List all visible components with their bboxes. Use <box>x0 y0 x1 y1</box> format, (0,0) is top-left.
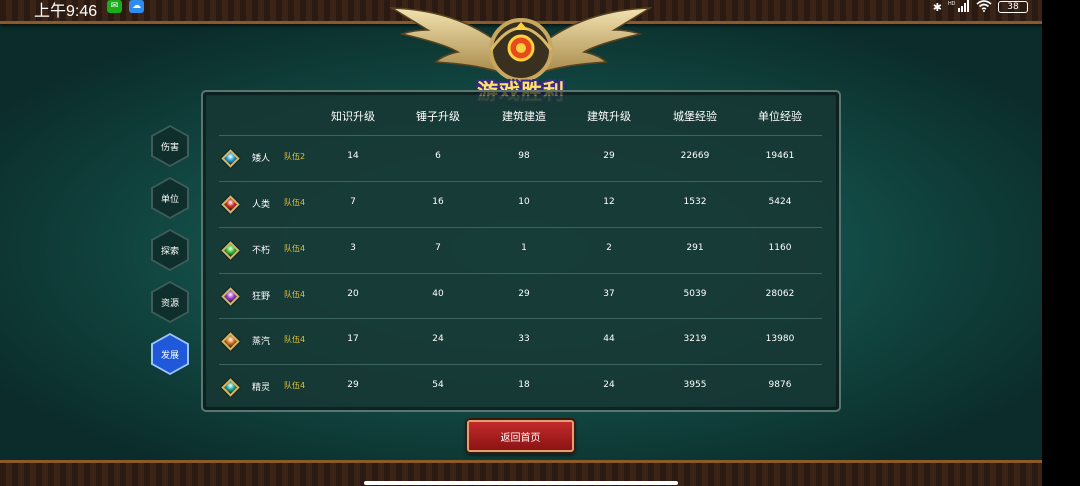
tab-label: 探索 <box>153 231 187 269</box>
stat-cell: 29 <box>347 380 359 390</box>
signal-icon: HD <box>948 0 970 15</box>
tab-units[interactable]: 单位 <box>151 177 189 219</box>
race-gem-icon <box>221 149 240 168</box>
race-name: 蒸汽 <box>252 337 271 347</box>
tab-damage[interactable]: 伤害 <box>151 125 189 167</box>
clock: 上午9:46 <box>34 3 98 20</box>
stat-cell: 18 <box>518 380 530 390</box>
stat-cell: 14 <box>347 151 359 161</box>
table-row: 狂野 队伍4 20 40 29 37 5039 28062 <box>219 273 822 318</box>
wechat-icon: ✉ <box>107 0 122 13</box>
tab-label: 发展 <box>153 335 187 373</box>
column-header: 单位经验 <box>758 110 802 123</box>
team-label: 队伍4 <box>284 290 306 299</box>
svg-text:HD: HD <box>948 1 956 7</box>
race-gem-icon <box>221 378 240 397</box>
race-gem-icon <box>221 241 240 260</box>
stat-cell: 1 <box>521 243 527 253</box>
battery-indicator: 38 <box>998 1 1028 13</box>
stat-cell: 3955 <box>683 380 707 390</box>
stat-cell: 98 <box>518 151 530 161</box>
tab-exploration[interactable]: 探索 <box>151 229 189 271</box>
stat-cell: 7 <box>435 243 441 253</box>
race-name: 矮人 <box>252 154 271 164</box>
stat-cell: 24 <box>432 334 444 344</box>
stat-cell: 44 <box>603 334 615 344</box>
stat-cell: 29 <box>518 289 530 299</box>
status-indicators: ✱ HD 38 <box>933 0 1028 14</box>
column-header: 知识升级 <box>331 110 375 123</box>
stat-cell: 13980 <box>765 334 795 344</box>
cloud-icon: ☁ <box>129 0 144 13</box>
table-row: 不朽 队伍4 3 7 1 2 291 1160 <box>219 227 822 272</box>
team-label: 队伍2 <box>284 152 306 161</box>
team-label: 队伍4 <box>284 198 306 207</box>
wifi-icon <box>976 0 992 15</box>
stat-cell: 5424 <box>768 197 792 207</box>
stat-cell: 54 <box>432 380 444 390</box>
screen-edge <box>1042 0 1080 486</box>
stat-cell: 16 <box>432 197 444 207</box>
race-name: 人类 <box>252 200 271 210</box>
stat-cell: 40 <box>432 289 444 299</box>
column-header: 建筑升级 <box>587 110 631 123</box>
stat-cell: 20 <box>347 289 359 299</box>
stat-cell: 29 <box>603 151 615 161</box>
race-gem-icon <box>221 195 240 214</box>
stat-cell: 6 <box>435 151 441 161</box>
game-screen: 上午9:46 ✉ ☁ ✱ HD 38 知识升级 锤子升级 建筑建造 建筑升级 城… <box>0 0 1042 486</box>
stat-cell: 12 <box>603 197 615 207</box>
home-indicator[interactable] <box>364 481 678 485</box>
team-label: 队伍4 <box>284 381 306 390</box>
team-label: 队伍4 <box>284 335 306 344</box>
race-gem-icon <box>221 332 240 351</box>
table-row: 精灵 队伍4 29 54 18 24 3955 9876 <box>219 364 822 409</box>
stat-cell: 3219 <box>683 334 707 344</box>
return-home-button[interactable]: 返回首页 <box>467 420 574 452</box>
stat-cell: 28062 <box>765 289 795 299</box>
stat-cell: 10 <box>518 197 530 207</box>
stat-cell: 2 <box>606 243 612 253</box>
stat-cell: 33 <box>518 334 530 344</box>
race-name: 精灵 <box>252 383 271 393</box>
stat-cell: 37 <box>603 289 615 299</box>
team-label: 队伍4 <box>284 244 306 253</box>
tab-resources[interactable]: 资源 <box>151 281 189 323</box>
table-row: 蒸汽 队伍4 17 24 33 44 3219 13980 <box>219 318 822 363</box>
table-row: 人类 队伍4 7 16 10 12 1532 5424 <box>219 181 822 226</box>
stat-cell: 1160 <box>768 243 792 253</box>
tab-label: 资源 <box>153 283 187 321</box>
stat-cell: 7 <box>350 197 356 207</box>
stat-cell: 9876 <box>768 380 792 390</box>
stat-cell: 291 <box>686 243 704 253</box>
race-name: 不朽 <box>252 246 271 256</box>
tab-label: 单位 <box>153 179 187 217</box>
race-gem-icon <box>221 287 240 306</box>
stat-cell: 19461 <box>765 151 795 161</box>
column-header: 建筑建造 <box>502 110 546 123</box>
tab-development[interactable]: 发展 <box>151 333 189 375</box>
stat-cell: 24 <box>603 380 615 390</box>
table-row: 矮人 队伍2 14 6 98 29 22669 19461 <box>219 135 822 180</box>
stat-cell: 3 <box>350 243 356 253</box>
stat-cell: 22669 <box>680 151 710 161</box>
column-header: 城堡经验 <box>673 110 717 123</box>
stat-cell: 1532 <box>683 197 707 207</box>
stat-cell: 17 <box>347 334 359 344</box>
column-header: 锤子升级 <box>416 110 460 123</box>
stat-cell: 5039 <box>683 289 707 299</box>
tab-label: 伤害 <box>153 127 187 165</box>
race-name: 狂野 <box>252 292 271 302</box>
bluetooth-icon: ✱ <box>932 0 942 14</box>
